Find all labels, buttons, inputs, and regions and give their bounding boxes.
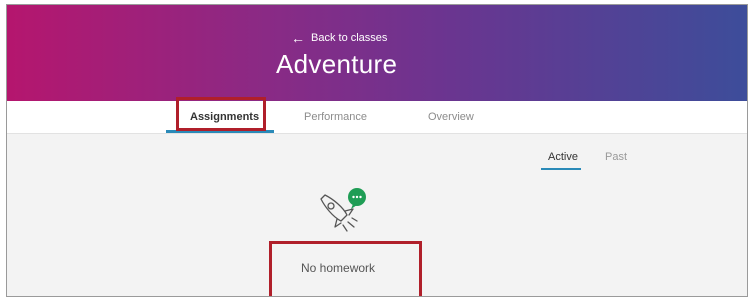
active-filter-indicator (541, 168, 581, 170)
class-header: ← Back to classes Adventure (7, 5, 747, 101)
back-to-classes-link[interactable]: ← Back to classes (291, 31, 387, 45)
tab-bar: Assignments Performance Overview (7, 101, 747, 134)
filter-past[interactable]: Past (605, 151, 627, 163)
filter-active[interactable]: Active (548, 151, 578, 163)
highlight-box-assignments (176, 97, 266, 131)
tab-performance[interactable]: Performance (304, 111, 367, 123)
back-label: Back to classes (311, 32, 388, 44)
screenshot-frame: ← Back to classes Adventure Assignments … (6, 4, 748, 297)
highlight-box-empty-state (269, 241, 422, 296)
rocket-icon (320, 188, 366, 232)
tab-overview[interactable]: Overview (428, 111, 474, 123)
class-title: Adventure (276, 49, 398, 79)
chat-bubble-icon (348, 188, 366, 209)
arrow-left-icon: ← (291, 30, 305, 46)
